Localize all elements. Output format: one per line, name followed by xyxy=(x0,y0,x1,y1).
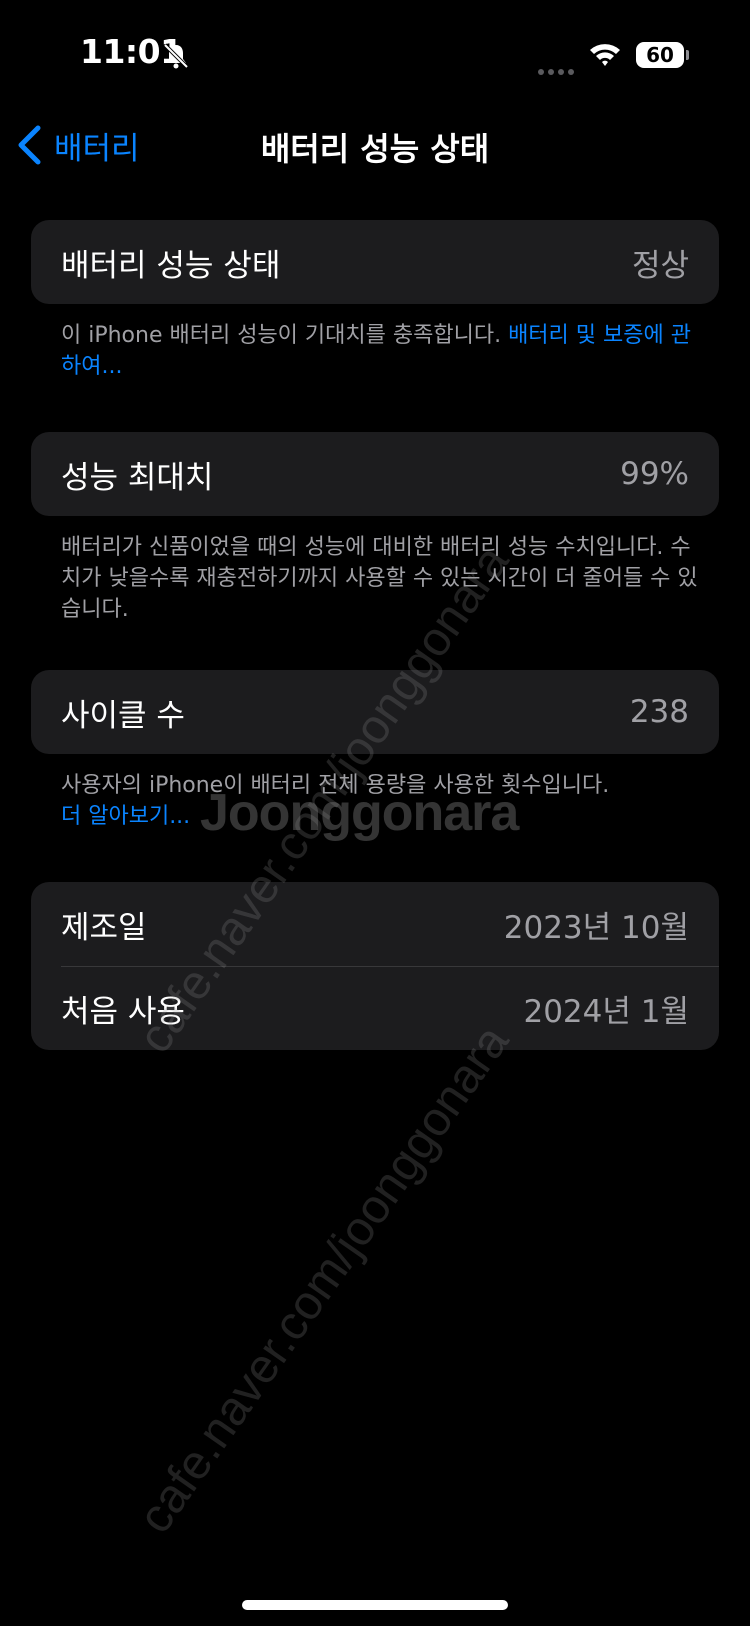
battery-health-row: 배터리 성능 상태 정상 xyxy=(31,220,719,304)
battery-cap xyxy=(686,50,689,60)
battery-health-footnote-text: 이 iPhone 배터리 성능이 기대치를 충족합니다. xyxy=(61,323,509,348)
battery-health-label: 배터리 성능 상태 xyxy=(61,247,281,284)
max-capacity-row: 성능 최대치 99% xyxy=(31,432,719,516)
wifi-icon xyxy=(590,44,620,66)
page-title: 배터리 성능 상태 xyxy=(260,130,490,168)
home-indicator[interactable] xyxy=(242,1600,508,1610)
battery-health-value: 정상 xyxy=(631,247,689,284)
cycle-count-card: 사이클 수 238 xyxy=(31,670,719,754)
max-capacity-footnote: 배터리가 신품이었을 때의 성능에 대비한 배터리 성능 수치입니다. 수치가 … xyxy=(61,535,698,622)
manufacture-date-value: 2023년 10월 xyxy=(503,909,689,946)
learn-more-link[interactable]: 더 알아보기... xyxy=(61,801,701,832)
first-use-value: 2024년 1월 xyxy=(523,993,689,1030)
battery-health-footnote: 이 iPhone 배터리 성능이 기대치를 충족합니다. 배터리 및 보증에 관… xyxy=(61,320,701,382)
manufacture-date-label: 제조일 xyxy=(61,909,147,946)
status-bar: 11:01 60 xyxy=(0,0,750,110)
first-use-label: 처음 사용 xyxy=(61,993,185,1030)
cycle-count-row: 사이클 수 238 xyxy=(31,670,719,754)
watermark-text-lower: cafe.naver.com/joonggonara xyxy=(128,1016,520,1543)
cycle-count-value: 238 xyxy=(629,694,689,730)
navigation-bar: 배터리 배터리 성능 상태 xyxy=(0,110,750,180)
cycle-count-footnote-text: 사용자의 iPhone이 배터리 전체 용량을 사용한 횟수입니다. xyxy=(61,773,610,798)
cycle-count-label: 사이클 수 xyxy=(61,697,185,734)
first-use-row: 처음 사용 2024년 1월 xyxy=(31,966,719,1050)
manufacture-date-row: 제조일 2023년 10월 xyxy=(31,882,719,966)
max-capacity-label: 성능 최대치 xyxy=(61,459,214,496)
dates-card: 제조일 2023년 10월 처음 사용 2024년 1월 xyxy=(31,882,719,1050)
battery-icon: 60 xyxy=(636,42,684,68)
cycle-count-footnote: 사용자의 iPhone이 배터리 전체 용량을 사용한 횟수입니다. 더 알아보… xyxy=(61,770,701,832)
bell-slash-icon xyxy=(163,43,189,69)
max-capacity-card: 성능 최대치 99% xyxy=(31,432,719,516)
battery-health-card: 배터리 성능 상태 정상 xyxy=(31,220,719,304)
max-capacity-value: 99% xyxy=(620,456,689,492)
cellular-signal-icon xyxy=(538,60,578,79)
